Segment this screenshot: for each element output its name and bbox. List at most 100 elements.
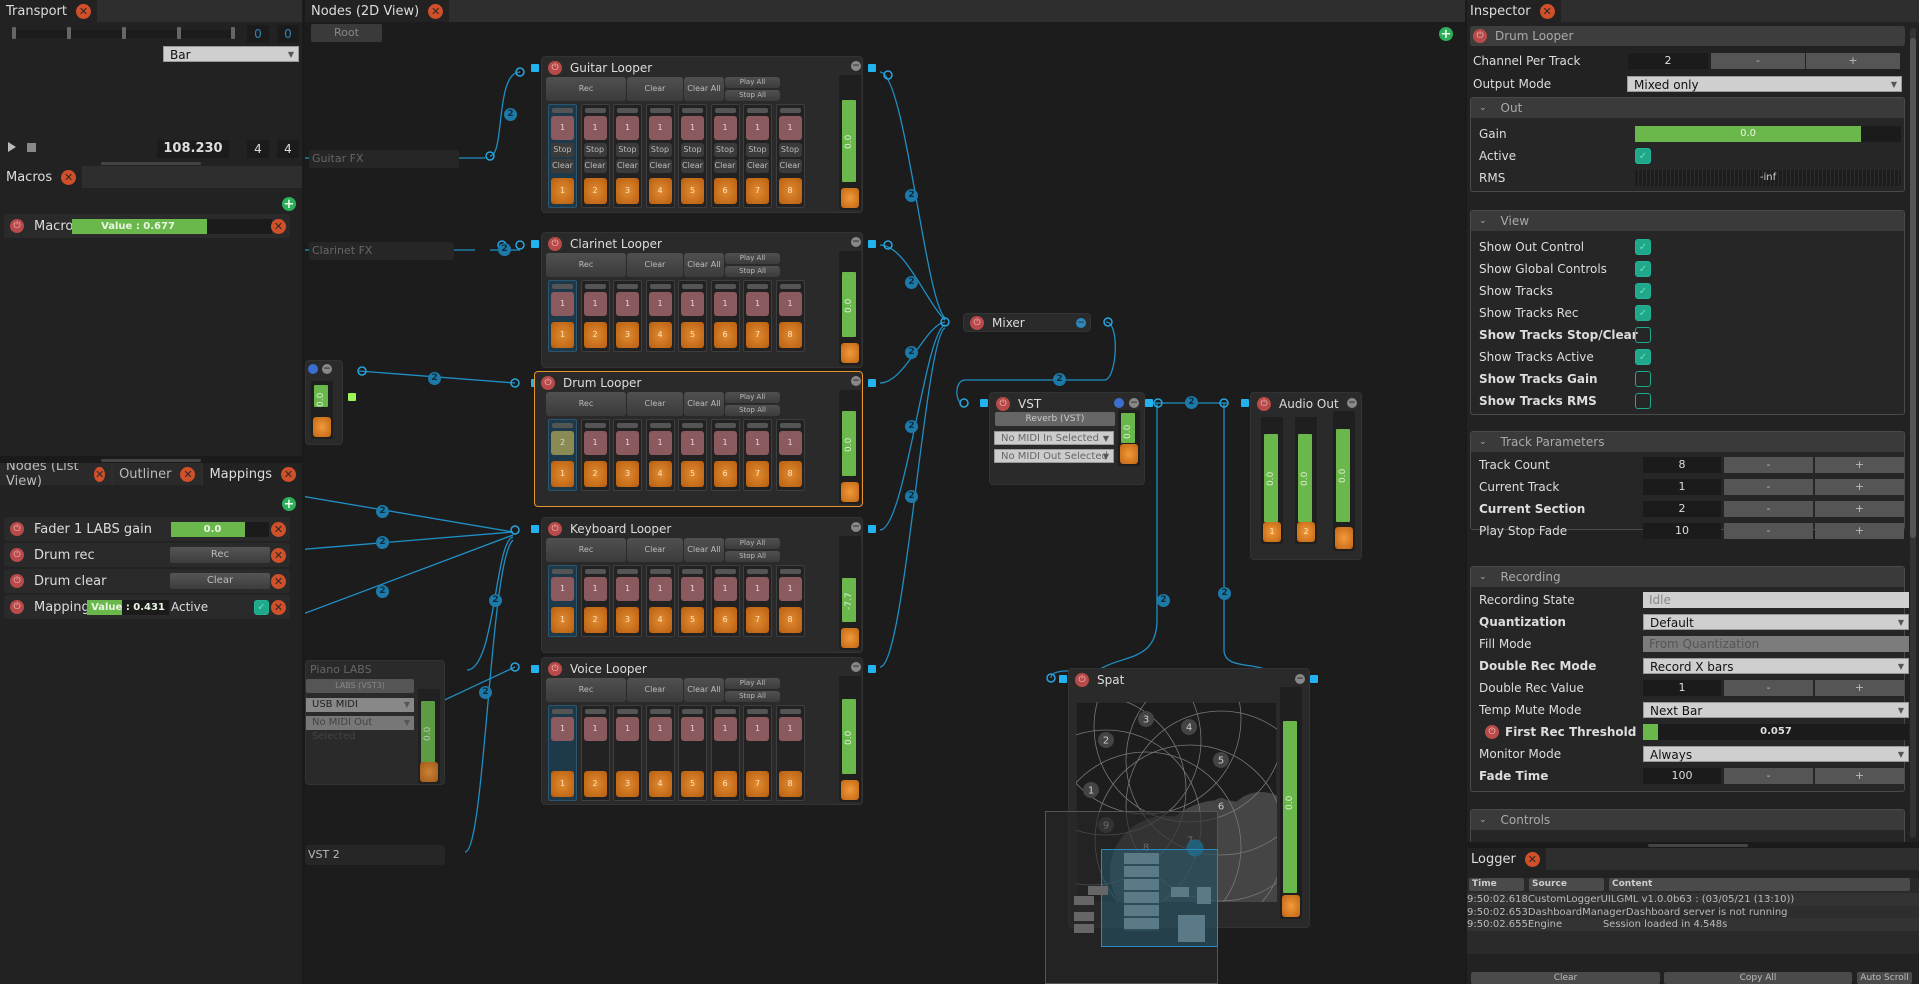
power-icon[interactable]: ⏻ [10, 522, 24, 536]
track-active-indicator[interactable] [617, 709, 638, 714]
track-play-pad[interactable]: 4 [648, 178, 672, 204]
track-rec-pad[interactable]: 1 [778, 116, 802, 140]
track-active-indicator[interactable] [714, 284, 736, 289]
track-clear-button[interactable]: Clear [681, 159, 704, 173]
view-option-checkbox[interactable]: ✓ [1635, 239, 1651, 255]
tab-macros[interactable]: Macros ✕ [0, 166, 83, 188]
clear-all-button[interactable]: Clear All [684, 678, 724, 702]
power-icon[interactable]: ⏻ [10, 574, 24, 588]
power-icon[interactable]: ⏻ [548, 61, 562, 75]
plugin-button[interactable]: LABS (VST3) [306, 679, 414, 693]
track-active-indicator[interactable] [714, 569, 736, 574]
minimize-icon[interactable]: − [851, 376, 861, 386]
input-port[interactable] [531, 525, 539, 533]
input-port[interactable] [531, 64, 539, 72]
minimap-viewport[interactable] [1101, 849, 1218, 947]
power-icon[interactable]: ⏻ [10, 600, 24, 614]
power-icon[interactable]: ⏻ [996, 397, 1010, 411]
track-rec-pad[interactable]: 1 [681, 577, 704, 601]
track-active-indicator[interactable] [617, 108, 638, 113]
power-icon[interactable]: ⏻ [1257, 397, 1271, 411]
track-play-pad[interactable]: 2 [583, 771, 607, 797]
track-play-pad[interactable]: 3 [616, 607, 639, 633]
track-rec-pad[interactable]: 1 [778, 292, 802, 316]
power-icon[interactable]: ⏻ [1485, 725, 1499, 739]
stop-all-button[interactable]: Stop All [725, 90, 780, 101]
clear-all-button[interactable]: Clear All [684, 538, 724, 562]
close-icon[interactable]: ✕ [94, 466, 106, 482]
increment-button[interactable]: + [1815, 501, 1904, 517]
midi-port[interactable] [348, 393, 356, 401]
track-play-pad[interactable]: 6 [713, 461, 737, 487]
add-mapping-button[interactable]: + [282, 497, 296, 511]
track-rec-pad[interactable]: 1 [648, 577, 672, 601]
decrement-button[interactable]: - [1724, 768, 1813, 784]
track-rec-pad[interactable]: 1 [778, 577, 802, 601]
view-option-checkbox[interactable] [1635, 393, 1651, 409]
midi-in-select[interactable]: USB MIDI ▼ [306, 698, 414, 712]
column-header-content[interactable]: Content [1609, 878, 1910, 891]
track-rec-pad[interactable]: 1 [583, 292, 607, 316]
track-rec-pad[interactable]: 1 [648, 431, 672, 455]
track-rec-pad[interactable]: 1 [616, 116, 639, 140]
view-option-checkbox[interactable]: ✓ [1635, 261, 1651, 277]
increment-button[interactable]: + [1815, 768, 1904, 784]
parameter-value-field[interactable]: 1 [1643, 479, 1721, 495]
close-icon[interactable]: ✕ [180, 466, 196, 482]
clear-button[interactable]: Clear [627, 538, 683, 562]
close-icon[interactable]: ✕ [1524, 851, 1540, 867]
monitor-mode-select[interactable]: Always ▼ [1643, 746, 1909, 762]
close-icon[interactable]: ✕ [61, 169, 77, 185]
track-rec-pad[interactable]: 1 [713, 292, 737, 316]
close-icon[interactable]: ✕ [1539, 3, 1555, 19]
tab-outliner[interactable]: Outliner ✕ [113, 463, 202, 485]
stop-all-button[interactable]: Stop All [725, 691, 780, 702]
decrement-button[interactable]: - [1711, 53, 1805, 69]
parameter-value-field[interactable]: 10 [1643, 523, 1721, 539]
track-rec-pad[interactable]: 1 [713, 431, 737, 455]
track-play-pad[interactable]: 2 [583, 461, 607, 487]
power-icon[interactable]: ⏻ [10, 219, 24, 233]
stop-all-button[interactable]: Stop All [725, 266, 780, 277]
clear-all-button[interactable]: Clear All [684, 77, 724, 101]
minimize-icon[interactable]: − [1076, 318, 1086, 328]
remove-mapping-icon[interactable]: ✕ [271, 573, 286, 589]
track-play-pad[interactable]: 3 [616, 771, 639, 797]
log-row[interactable]: 9:50:02.653DashboardManagerDashboard ser… [1467, 905, 1919, 919]
track-active-indicator[interactable] [779, 108, 801, 113]
quantization-select[interactable]: Default ▼ [1643, 614, 1909, 630]
power-icon[interactable]: ⏻ [548, 662, 562, 676]
tab-transport[interactable]: Transport ✕ [0, 0, 98, 22]
recording-section-header[interactable]: ⌄ Recording [1471, 567, 1904, 587]
output-mode-select[interactable]: Mixed only ▼ [1627, 76, 1902, 92]
clear-button[interactable]: Clear [627, 253, 683, 277]
track-stop-button[interactable]: Stop [778, 143, 802, 157]
gain-meter[interactable]: 0.0 [839, 75, 861, 210]
panel-splitter[interactable] [101, 459, 201, 462]
beat-unit-field[interactable]: 4 [277, 140, 299, 158]
active-checkbox[interactable]: ✓ [1635, 148, 1651, 164]
track-rec-pad[interactable]: 1 [583, 431, 607, 455]
stop-all-button[interactable]: Stop All [725, 405, 780, 416]
view-option-checkbox[interactable]: ✓ [1635, 305, 1651, 321]
decrement-button[interactable]: - [1724, 680, 1813, 696]
track-play-pad[interactable]: 2 [583, 178, 607, 204]
gain-meter[interactable]: 0.0 [839, 676, 861, 802]
plugin-button[interactable]: Reverb (VST) [995, 412, 1115, 426]
drum-clear-button[interactable]: Clear [170, 573, 270, 589]
rec-button[interactable]: Rec [546, 678, 626, 702]
play-all-button[interactable]: Play All [725, 538, 780, 549]
input-port[interactable] [531, 240, 539, 248]
track-active-indicator[interactable] [617, 569, 638, 574]
track-active-indicator[interactable] [714, 108, 736, 113]
clear-log-button[interactable]: Clear [1471, 972, 1660, 984]
output-port[interactable] [1145, 399, 1153, 407]
track-active-indicator[interactable] [714, 423, 736, 428]
track-stop-button[interactable]: Stop [648, 143, 672, 157]
node-guitar-looper[interactable]: ⏻ Guitar Looper − Rec Clear Clear All Play All… [541, 56, 863, 213]
track-play-pad[interactable]: 1 [551, 178, 574, 204]
track-play-pad[interactable]: 1 [551, 771, 574, 797]
track-active-indicator[interactable] [682, 709, 703, 714]
track-play-pad[interactable]: 8 [778, 461, 802, 487]
track-play-pad[interactable]: 4 [648, 322, 672, 348]
